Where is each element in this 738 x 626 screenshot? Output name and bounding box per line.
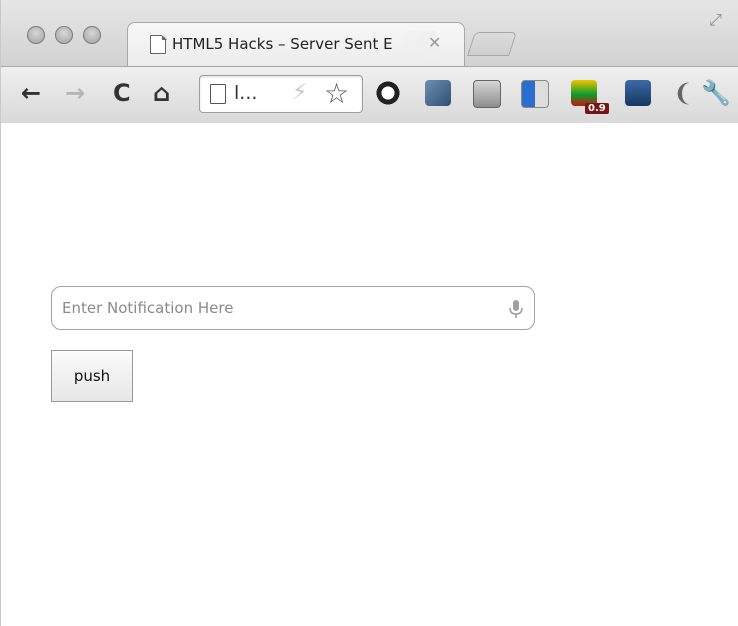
microphone-icon[interactable] [506,298,526,320]
notification-input[interactable] [51,286,535,330]
reload-button[interactable]: C [113,79,131,107]
delicious-icon[interactable] [521,80,549,108]
tab-server-sent-events[interactable]: HTML5 Hacks – Server Sent E ✕ [127,22,465,67]
page-icon [150,35,166,54]
browser-window: HTML5 Hacks – Server Sent E ✕ ⤢ ← → C ⌂ … [0,0,738,626]
microphone-extension-icon[interactable] [625,80,651,106]
fullscreen-icon[interactable]: ⤢ [709,10,722,30]
tag-icon[interactable] [473,80,501,108]
wrench-icon[interactable]: 🔧 [701,79,731,107]
overflow-chevron-icon[interactable]: ❨ [673,79,693,107]
php-icon[interactable] [425,80,451,106]
push-button[interactable]: push [51,350,133,402]
address-bar[interactable]: l... ⚡ ☆ [199,75,363,113]
tab-title: HTML5 Hacks – Server Sent E [172,35,393,53]
forward-button[interactable]: → [65,79,85,107]
zoom-window-button[interactable] [83,26,101,44]
back-button[interactable]: ← [21,79,41,107]
address-text: l... [234,82,258,104]
colorzilla-badge: 0.9 [585,103,609,114]
page-content: push [1,123,738,626]
page-icon [210,84,226,104]
google-icon[interactable] [375,80,401,106]
tab-strip: HTML5 Hacks – Server Sent E ✕ ⤢ [1,0,738,67]
bookmark-star-icon[interactable]: ☆ [324,77,349,110]
close-tab-icon[interactable]: ✕ [428,33,441,52]
toolbar: ← → C ⌂ l... ⚡ ☆ 0.9 ❨ 🔧 [1,66,738,124]
minimize-window-button[interactable] [55,26,73,44]
instant-bolt-icon: ⚡ [292,80,308,105]
home-button[interactable]: ⌂ [153,79,170,107]
new-tab-button[interactable] [467,32,517,56]
close-window-button[interactable] [27,26,45,44]
